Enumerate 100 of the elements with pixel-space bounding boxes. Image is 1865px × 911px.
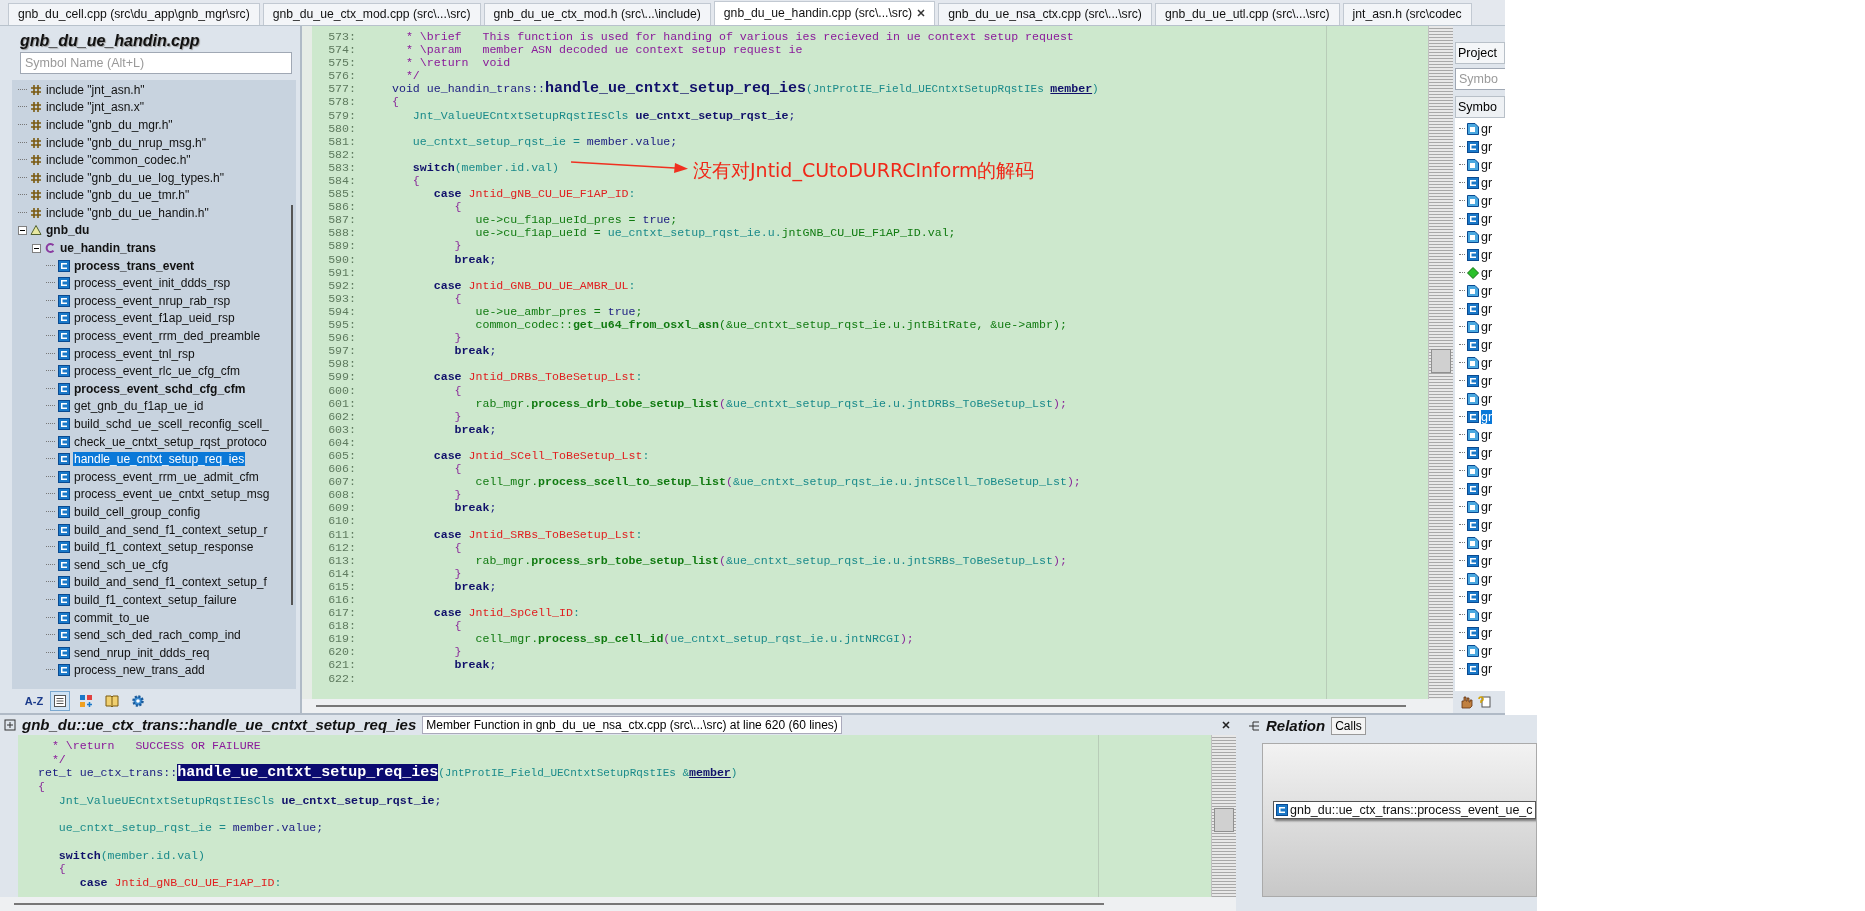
tree-item[interactable]: process_event_rrm_ded_preamble (73, 329, 262, 344)
symbol-item[interactable]: gr (1481, 193, 1493, 208)
collapse-icon[interactable] (32, 243, 41, 253)
tree-item[interactable]: process_event_schd_cfg_cfm (73, 381, 247, 396)
file-tab[interactable]: gnb_du_ue_utl.cpp (src\...\src) (1154, 2, 1340, 25)
tree-item[interactable]: commit_to_ue (73, 610, 151, 625)
symbol-item[interactable]: gr (1481, 229, 1493, 244)
tree-item[interactable]: send_nrup_init_ddds_req (73, 645, 211, 660)
file-tab[interactable]: gnb_du_ue_ctx_mod.h (src\...\include) (483, 2, 711, 25)
tree-item[interactable]: send_sch_ded_rach_comp_ind (73, 628, 242, 643)
tree-item[interactable]: build_and_send_f1_context_setup_r (73, 522, 269, 537)
panel-tab[interactable]: Project (1455, 41, 1505, 64)
tree-item[interactable]: build_schd_ue_scell_reconfig_scell_ (73, 417, 270, 431)
tree-item[interactable]: process_event_nrup_rab_rsp (73, 293, 232, 308)
tree-item[interactable]: process_event_rrm_ue_admit_cfm (73, 469, 260, 484)
collapse-icon[interactable] (18, 225, 27, 235)
tree-item[interactable]: build_and_send_f1_context_setup_f (73, 575, 268, 590)
symbol-item[interactable]: gr (1481, 265, 1493, 280)
symbol-item[interactable]: gr (1481, 139, 1493, 154)
symbol-item[interactable]: gr (1481, 409, 1493, 424)
symbol-item[interactable]: gr (1481, 373, 1493, 388)
symbol-item[interactable]: gr (1481, 661, 1493, 676)
line-number: 579: (327, 108, 356, 122)
tree-item[interactable]: include "jnt_asn.h" (45, 82, 146, 97)
symbol-item[interactable]: gr (1481, 283, 1493, 298)
file-tab[interactable]: jnt_asn.h (src\codec (1342, 2, 1472, 25)
file-tab[interactable]: gnb_du_ue_handin.cpp (src\...\src) (713, 0, 936, 25)
tree-item[interactable]: build_f1_context_setup_response (73, 540, 255, 555)
symbol-item[interactable]: gr (1481, 607, 1493, 622)
symbol-item[interactable]: gr (1481, 157, 1493, 172)
symbol-item[interactable]: gr (1481, 643, 1493, 658)
pin-icon[interactable] (4, 718, 16, 731)
column-header[interactable]: Symbo (1455, 95, 1505, 118)
symbol-item[interactable]: gr (1481, 571, 1493, 586)
symbol-item[interactable]: gr (1481, 445, 1493, 460)
symbol-item[interactable]: gr (1481, 355, 1493, 370)
hand-icon[interactable] (1459, 694, 1473, 709)
close-icon[interactable] (1222, 720, 1230, 729)
symbol-item[interactable]: gr (1481, 391, 1493, 406)
search-field[interactable]: Symbo (1455, 67, 1505, 90)
minimap[interactable] (1211, 734, 1236, 897)
symbol-item[interactable]: gr (1481, 211, 1493, 226)
line-number: 610: (327, 514, 356, 528)
code-line: */ (404, 69, 420, 83)
tree-item[interactable]: include "gnb_du_mgr.h" (45, 117, 174, 132)
scrollbar[interactable] (302, 698, 1453, 713)
tree-item[interactable]: process_event_ue_cntxt_setup_msg (73, 487, 271, 502)
calls-button[interactable]: Calls (1331, 716, 1366, 735)
tree-item[interactable]: process_event_rlc_ue_cfg_cfm (73, 364, 242, 379)
tree-item[interactable]: gnb_du (45, 223, 91, 238)
symbol-item[interactable]: gr (1481, 247, 1493, 262)
sort-button[interactable]: A-Z (24, 690, 44, 711)
document-icon[interactable] (1477, 694, 1491, 709)
symbol-item[interactable]: gr (1481, 337, 1493, 352)
tree-item[interactable]: include "common_codec.h" (45, 153, 192, 168)
file-tab[interactable]: gnb_du_ue_nsa_ctx.cpp (src\...\src) (938, 2, 1152, 25)
scrollbar[interactable] (0, 897, 1236, 911)
symbol-item[interactable]: gr (1481, 463, 1493, 478)
symbol-item[interactable]: gr (1481, 121, 1493, 136)
symbol-item[interactable]: gr (1481, 319, 1493, 334)
symbol-item[interactable]: gr (1481, 481, 1493, 496)
code-line: * \return SUCCESS OR FAILURE (50, 739, 261, 752)
close-icon[interactable] (917, 9, 926, 18)
symbol-item[interactable]: gr (1481, 589, 1493, 604)
symbol-item[interactable]: gr (1481, 625, 1493, 640)
relation-node[interactable]: gnb_du::ue_ctx_trans::process_event_ue_c (1273, 800, 1536, 819)
method-icon (1467, 374, 1479, 387)
tree-item[interactable]: send_sch_ue_cfg (73, 557, 170, 572)
symbol-item[interactable]: gr (1481, 175, 1493, 190)
tree-item[interactable]: check_ue_cntxt_setup_rqst_protoco (73, 434, 268, 449)
method-icon (1467, 194, 1479, 207)
symbol-item[interactable]: gr (1481, 301, 1493, 316)
code-line: { (392, 95, 399, 109)
file-tab[interactable]: gnb_du_cell.cpp (src\du_app\gnb_mgr\src) (8, 2, 260, 25)
tree-item[interactable]: process_event_init_ddds_rsp (73, 276, 232, 291)
tree-item[interactable]: include "gnb_du_nrup_msg.h" (45, 135, 207, 150)
tree-item[interactable]: get_gnb_du_f1ap_ue_id (73, 399, 205, 414)
tree-item[interactable]: process_event_f1ap_ueid_rsp (73, 311, 236, 326)
tree-item[interactable]: process_new_trans_add (73, 663, 206, 678)
search-field[interactable]: Symbol Name (Alt+L) (20, 51, 292, 74)
tree-item[interactable]: build_f1_context_setup_failure (73, 592, 238, 607)
symbol-item[interactable]: gr (1481, 499, 1493, 514)
symbol-item[interactable]: gr (1481, 517, 1493, 532)
tree-item[interactable]: ue_handin_trans (59, 241, 158, 256)
line-number: 622: (327, 671, 356, 685)
tree-item[interactable]: include "gnb_du_ue_handin.h" (45, 205, 210, 220)
tree-item[interactable]: handle_ue_cntxt_setup_req_ies (73, 452, 246, 467)
tree-item[interactable]: process_trans_event (73, 258, 196, 273)
symbol-item[interactable]: gr (1481, 553, 1493, 568)
symbol-item[interactable]: gr (1481, 535, 1493, 550)
file-tab[interactable]: gnb_du_ue_ctx_mod.cpp (src\...\src) (262, 2, 481, 25)
code-line: cell_mgr.process_sp_cell_id(ue_cntxt_setup_rqst_ie.u.jntNRCGI); (474, 632, 914, 646)
tree-item[interactable]: process_event_tnl_rsp (73, 346, 196, 361)
tree-item[interactable]: include "gnb_du_ue_tmr.h" (45, 188, 191, 203)
symbol-item[interactable]: gr (1481, 427, 1493, 442)
tree-item[interactable]: build_cell_group_config (73, 504, 202, 519)
method-icon (1467, 410, 1479, 423)
list-icon[interactable] (50, 690, 70, 711)
tree-item[interactable]: include "gnb_du_ue_log_types.h" (45, 170, 225, 185)
tree-item[interactable]: include "jnt_asn.x" (45, 100, 145, 115)
